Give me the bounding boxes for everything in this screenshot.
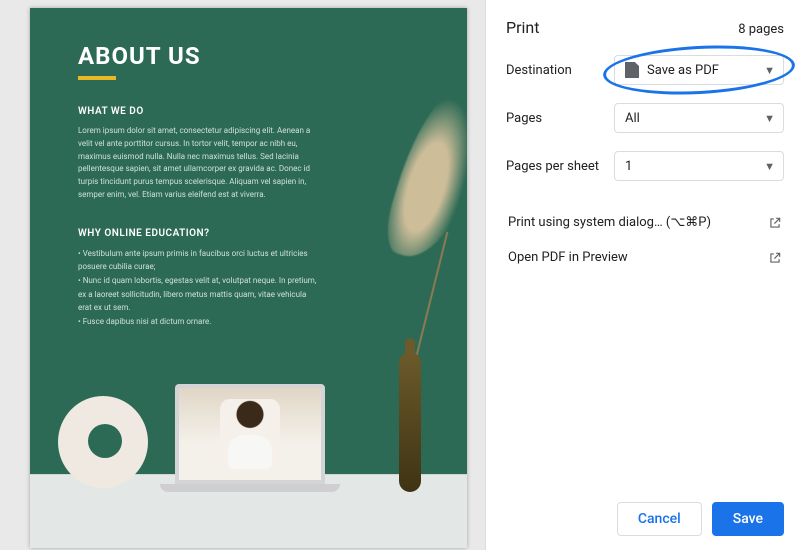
pages-label: Pages xyxy=(506,111,614,126)
preview-heading: ABOUT US xyxy=(78,42,429,70)
donut-vase-icon xyxy=(58,396,148,488)
destination-select[interactable]: Save as PDF ▼ xyxy=(614,55,784,85)
person-on-screen-icon xyxy=(220,399,280,469)
preview-section1-body: Lorem ipsum dolor sit amet, consectetur … xyxy=(78,125,318,202)
open-external-icon xyxy=(768,216,782,230)
pages-row: Pages All ▼ xyxy=(506,103,784,133)
laptop-icon xyxy=(160,384,340,492)
panel-footer: Cancel Save xyxy=(506,492,784,536)
pdf-document-icon xyxy=(625,62,639,78)
destination-row: Destination Save as PDF ▼ xyxy=(506,55,784,85)
pages-per-sheet-row: Pages per sheet 1 ▼ xyxy=(506,151,784,181)
preview-section2-title: WHY ONLINE EDUCATION? xyxy=(78,228,429,239)
system-dialog-link[interactable]: Print using system dialog… (⌥⌘P) xyxy=(506,205,784,240)
cancel-button[interactable]: Cancel xyxy=(617,502,702,536)
preview-bullet: Vestibulum ante ipsum primis in faucibus… xyxy=(78,247,318,274)
open-in-preview-link[interactable]: Open PDF in Preview xyxy=(506,240,784,275)
pages-value: All xyxy=(625,111,640,126)
preview-section2-bullets: Vestibulum ante ipsum primis in faucibus… xyxy=(78,247,318,329)
panel-title: Print xyxy=(506,18,539,37)
pages-select[interactable]: All ▼ xyxy=(614,103,784,133)
chevron-down-icon: ▼ xyxy=(764,64,775,77)
save-button[interactable]: Save xyxy=(712,502,784,536)
open-external-icon xyxy=(768,251,782,265)
preview-page: ABOUT US WHAT WE DO Lorem ipsum dolor si… xyxy=(30,8,467,548)
preview-bullet: Fusce dapibus nisi at dictum ornare. xyxy=(78,315,318,329)
tall-vase-icon xyxy=(399,352,421,492)
pages-per-sheet-value: 1 xyxy=(625,159,632,174)
pages-per-sheet-select[interactable]: 1 ▼ xyxy=(614,151,784,181)
print-preview-pane: ABOUT US WHAT WE DO Lorem ipsum dolor si… xyxy=(0,0,485,550)
heading-accent-bar xyxy=(78,76,116,80)
system-dialog-label: Print using system dialog… (⌥⌘P) xyxy=(508,215,711,230)
cancel-button-label: Cancel xyxy=(638,511,681,527)
preview-illustration xyxy=(30,328,467,548)
chevron-down-icon: ▼ xyxy=(764,160,775,173)
destination-value: Save as PDF xyxy=(647,63,719,78)
page-count: 8 pages xyxy=(738,22,784,37)
chevron-down-icon: ▼ xyxy=(764,112,775,125)
print-panel: Print 8 pages Destination Save as PDF ▼ … xyxy=(485,0,800,550)
preview-section1-title: WHAT WE DO xyxy=(78,106,429,117)
pages-per-sheet-label: Pages per sheet xyxy=(506,159,614,174)
open-in-preview-label: Open PDF in Preview xyxy=(508,250,628,265)
preview-bullet: Nunc id quam lobortis, egestas velit at,… xyxy=(78,274,318,315)
save-button-label: Save xyxy=(733,511,763,527)
destination-label: Destination xyxy=(506,63,614,78)
